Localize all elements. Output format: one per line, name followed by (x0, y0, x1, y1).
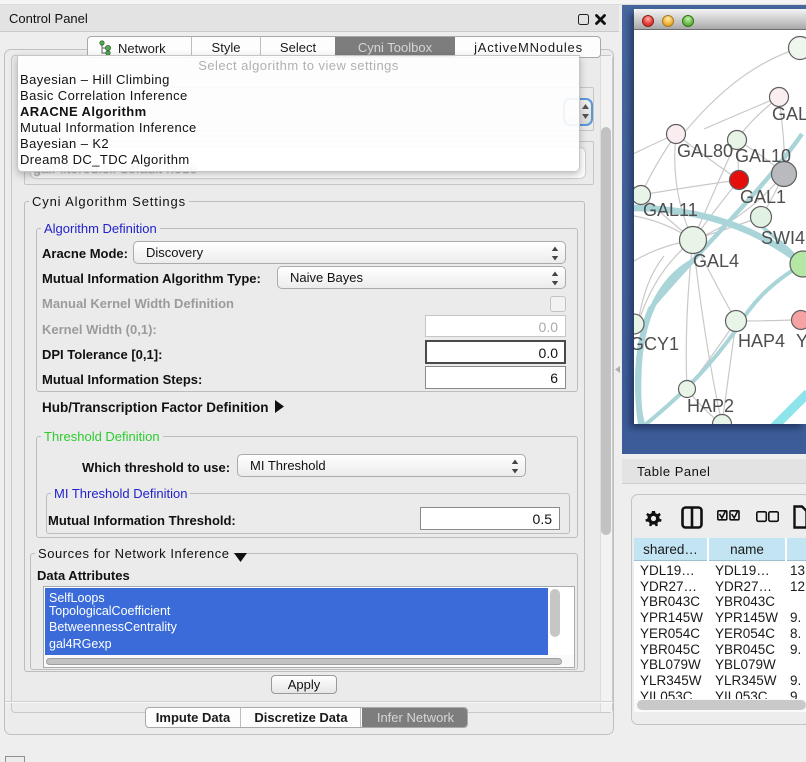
svg-text:GAL1: GAL1 (740, 187, 786, 207)
svg-text:GAL: GAL (772, 104, 806, 124)
svg-text:HAP4: HAP4 (738, 331, 785, 351)
svg-text:GAL11: GAL11 (643, 200, 698, 220)
svg-text:SWI4: SWI4 (761, 228, 805, 248)
svg-text:GCY1: GCY1 (634, 334, 679, 354)
svg-text:GAL4: GAL4 (693, 251, 739, 271)
svg-text:GAL10: GAL10 (735, 146, 791, 166)
svg-text:HAP2: HAP2 (687, 396, 734, 416)
svg-text:Y: Y (796, 331, 806, 351)
svg-text:GAL80: GAL80 (677, 141, 733, 161)
